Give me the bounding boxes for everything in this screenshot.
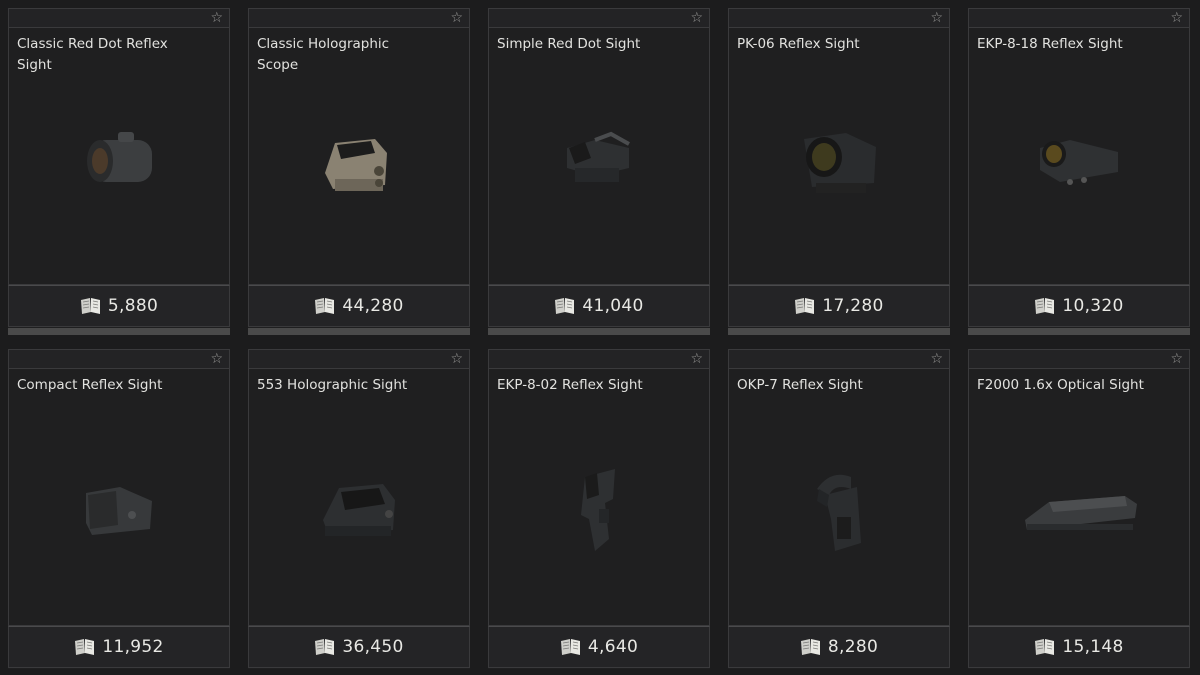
book-currency-icon [315,639,335,655]
item-name: Classic Red Dot Reflex Sight [17,36,168,73]
item-grid: ☆ Classic Red Dot Reflex Sight 5,880 ☆ C… [0,0,1200,675]
item-price: 15,148 [1062,637,1124,657]
item-price: 10,320 [1062,296,1124,316]
holo553-icon [249,449,471,569]
star-icon[interactable]: ☆ [450,351,463,368]
holographic-scope-icon [249,98,471,218]
price-bar: 10,320 [968,285,1190,327]
simple-red-dot-icon [489,98,711,218]
item-card[interactable]: ☆ 553 Holographic Sight 36,450 [248,349,470,669]
item-price: 4,640 [587,637,639,657]
item-card[interactable]: ☆ F2000 1.6x Optical Sight 15,148 [968,349,1190,669]
item-price: 41,040 [582,296,644,316]
item-price: 17,280 [822,296,884,316]
item-name: EKP-8-02 Reflex Sight [497,377,643,393]
book-currency-icon [1035,298,1055,314]
item-price: 5,880 [107,296,159,316]
star-icon[interactable]: ☆ [930,351,943,368]
item-name: EKP-8-18 Reflex Sight [977,36,1123,52]
star-icon[interactable]: ☆ [690,351,703,368]
ekp818-sight-icon [969,98,1191,218]
item-name: Simple Red Dot Sight [497,36,641,52]
pk06-sight-icon [729,98,951,218]
star-icon[interactable]: ☆ [450,10,463,27]
price-bar: 15,148 [968,626,1190,668]
star-icon[interactable]: ☆ [930,10,943,27]
star-icon[interactable]: ☆ [1170,10,1183,27]
star-icon[interactable]: ☆ [210,351,223,368]
ekp802-sight-icon [489,444,711,574]
item-name: Compact Reflex Sight [17,377,163,393]
item-name: 553 Holographic Sight [257,377,408,393]
item-card[interactable]: ☆ Classic Holographic Scope 44,280 [248,8,471,335]
f2000-optic-icon [969,459,1191,569]
item-price: 11,952 [102,637,164,657]
price-bar: 17,280 [728,285,950,327]
item-name: PK-06 Reflex Sight [737,36,860,52]
item-price: 44,280 [342,296,404,316]
price-bar: 11,952 [8,626,230,668]
item-card[interactable]: ☆ EKP-8-02 Reflex Sight 4,640 [488,349,710,669]
item-name: Classic Holographic Scope [257,36,390,73]
item-price: 8,280 [827,637,879,657]
book-currency-icon [75,639,95,655]
price-bar: 41,040 [488,285,710,327]
okp7-sight-icon [729,444,951,574]
book-currency-icon [1035,639,1055,655]
compact-reflex-icon [9,449,231,569]
item-card[interactable]: ☆ Simple Red Dot Sight 41,040 [488,8,711,335]
book-currency-icon [795,298,815,314]
price-bar: 36,450 [248,626,470,668]
star-icon[interactable]: ☆ [1170,351,1183,368]
item-name: OKP-7 Reflex Sight [737,377,863,393]
item-card[interactable]: ☆ Compact Reflex Sight 11,952 [8,349,230,669]
book-currency-icon [80,298,100,314]
price-bar: 8,280 [728,626,950,668]
item-card[interactable]: ☆ Classic Red Dot Reflex Sight 5,880 [8,8,231,335]
book-currency-icon [800,639,820,655]
item-price: 36,450 [342,637,404,657]
star-icon[interactable]: ☆ [210,10,223,27]
item-name: F2000 1.6x Optical Sight [977,377,1144,393]
item-card[interactable]: ☆ PK-06 Reflex Sight 17,280 [728,8,951,335]
red-dot-sight-icon [9,98,231,218]
book-currency-icon [315,298,335,314]
star-icon[interactable]: ☆ [690,10,703,27]
price-bar: 4,640 [488,626,710,668]
price-bar: 44,280 [248,285,470,327]
item-card[interactable]: ☆ OKP-7 Reflex Sight 8,280 [728,349,950,669]
item-card[interactable]: ☆ EKP-8-18 Reflex Sight 10,320 [968,8,1191,335]
book-currency-icon [560,639,580,655]
book-currency-icon [555,298,575,314]
price-bar: 5,880 [8,285,230,327]
